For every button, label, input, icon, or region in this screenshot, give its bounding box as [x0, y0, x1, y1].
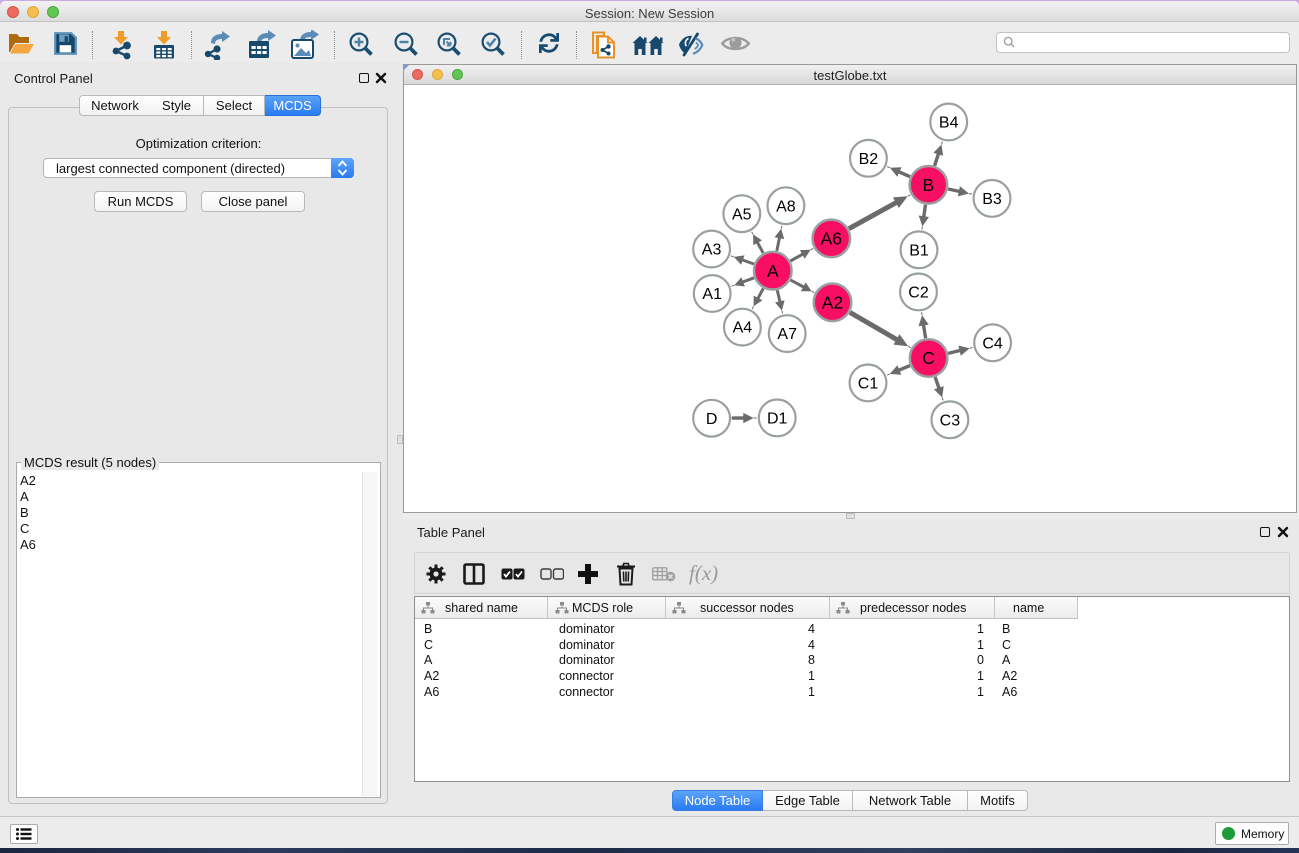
- svg-text:A8: A8: [776, 198, 796, 215]
- svg-text:C1: C1: [858, 376, 879, 393]
- svg-text:A6: A6: [821, 229, 842, 249]
- svg-text:C2: C2: [908, 285, 929, 302]
- svg-text:B: B: [923, 175, 935, 195]
- svg-text:A2: A2: [822, 293, 843, 313]
- svg-text:D: D: [706, 411, 718, 428]
- svg-text:C3: C3: [940, 412, 961, 429]
- svg-text:B2: B2: [859, 151, 879, 168]
- svg-text:A4: A4: [733, 320, 753, 337]
- svg-text:B1: B1: [909, 242, 929, 259]
- svg-text:A5: A5: [732, 206, 752, 223]
- svg-text:B4: B4: [939, 115, 959, 132]
- svg-text:A3: A3: [702, 242, 722, 259]
- svg-text:D1: D1: [767, 411, 788, 428]
- svg-text:A1: A1: [702, 286, 722, 303]
- svg-text:A: A: [767, 261, 779, 281]
- svg-text:C4: C4: [982, 335, 1003, 352]
- svg-text:C: C: [922, 348, 935, 368]
- svg-text:B3: B3: [982, 191, 1002, 208]
- svg-text:A7: A7: [777, 326, 797, 343]
